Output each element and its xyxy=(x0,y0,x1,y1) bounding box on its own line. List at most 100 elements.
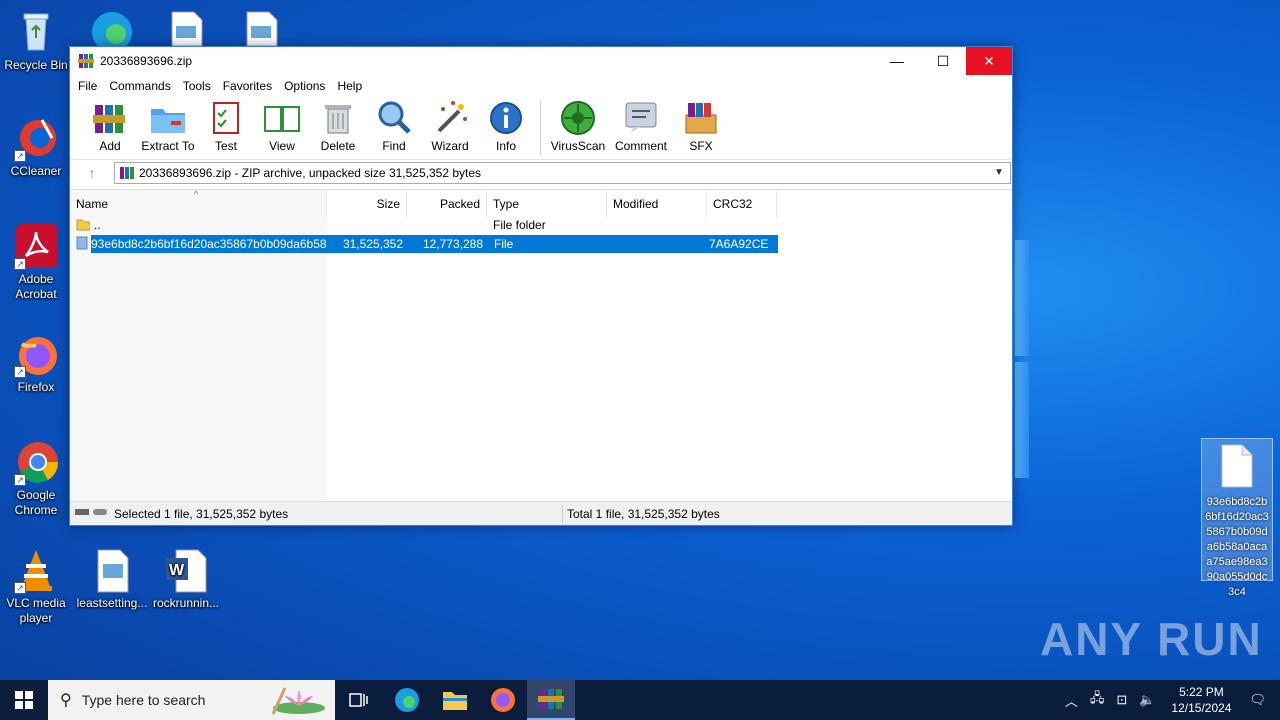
desktop-file-label: 93e6bd8c2b6bf16d20ac35867b0b09da6b58a0ac… xyxy=(1205,496,1269,598)
ethernet-icon[interactable]: ⊡ xyxy=(1110,692,1133,708)
desktop-icon-vlc[interactable]: ↗ VLC media player xyxy=(0,546,72,626)
column-header-name[interactable]: Name ^ xyxy=(70,189,327,218)
magic-wand-icon xyxy=(431,99,469,137)
wizard-label: Wizard xyxy=(431,139,469,153)
table-row-selected[interactable]: 93e6bd8c2b6bf16d20ac35867b0b09da6b58... … xyxy=(76,235,778,253)
title-bar[interactable]: 20336893696.zip — ☐ ✕ xyxy=(70,47,1012,75)
shortcut-arrow-icon: ↗ xyxy=(14,474,26,486)
volume-icon[interactable]: 🔈 xyxy=(1133,692,1161,708)
column-header-crc32[interactable]: CRC32 xyxy=(707,190,777,218)
menu-file[interactable]: File xyxy=(72,79,103,93)
close-button[interactable]: ✕ xyxy=(966,47,1012,75)
comment-label: Comment xyxy=(614,139,667,153)
desktop-icon-label: rockrunnin... xyxy=(152,596,220,610)
add-button[interactable]: Add xyxy=(82,99,138,153)
desktop-wallpaper-logo xyxy=(1015,240,1031,480)
window-title: 20336893696.zip xyxy=(100,54,193,68)
desktop-icon-label: Google Chrome xyxy=(14,488,58,517)
extract-folder-icon xyxy=(149,99,187,137)
selected-row-highlight: 93e6bd8c2b6bf16d20ac35867b0b09da6b58... … xyxy=(91,235,778,253)
chevron-up-icon[interactable]: ︿ xyxy=(1059,691,1084,710)
column-header-modified[interactable]: Modified xyxy=(607,190,707,218)
menu-favorites[interactable]: Favorites xyxy=(217,79,278,93)
winrar-window: 20336893696.zip — ☐ ✕ File Commands Tool… xyxy=(69,46,1013,526)
address-field[interactable]: 20336893696.zip - ZIP archive, unpacked … xyxy=(114,161,1011,184)
list-header: Name ^ Size Packed Type Modified CRC32 xyxy=(70,189,1012,218)
test-button[interactable]: Test xyxy=(198,99,254,153)
status-bar: Selected 1 file, 31,525,352 bytes Total … xyxy=(70,501,1012,525)
edge-desktop-icon xyxy=(88,6,136,52)
row-size: 31,525,352 xyxy=(342,237,403,251)
row-name: .. xyxy=(94,218,101,232)
test-clipboard-icon xyxy=(207,99,245,137)
taskbar-file-explorer[interactable] xyxy=(431,680,479,720)
desktop-icon-firefox[interactable]: ↗ Firefox xyxy=(0,330,72,395)
menu-options[interactable]: Options xyxy=(278,79,331,93)
info-button[interactable]: Info xyxy=(478,99,534,153)
sfx-box-icon xyxy=(682,99,720,137)
desktop-icon-google-chrome[interactable]: ↗ Google Chrome xyxy=(0,438,72,518)
info-label: Info xyxy=(495,139,516,153)
desktop-selected-file[interactable]: 93e6bd8c2b6bf16d20ac35867b0b09da6b58a0ac… xyxy=(1201,438,1273,598)
recycle-bin-icon xyxy=(12,8,60,56)
view-button[interactable]: View xyxy=(254,99,310,153)
file-list: Name ^ Size Packed Type Modified CRC32 .… xyxy=(70,189,1012,502)
minimize-button[interactable]: — xyxy=(874,47,920,75)
desktop-icon-label: Firefox xyxy=(17,380,55,394)
task-view-button[interactable] xyxy=(335,680,383,720)
desktop-icon-adobe-acrobat[interactable]: ↗ Adobe Acrobat xyxy=(0,222,72,302)
network-icon[interactable]: 🖧 xyxy=(1084,689,1111,711)
extract-to-button[interactable]: Extract To xyxy=(138,99,198,153)
virus-scan-icon xyxy=(559,99,597,137)
column-header-type[interactable]: Type xyxy=(487,190,607,218)
start-button[interactable] xyxy=(0,680,48,720)
notifications-icon[interactable]: 🗨 xyxy=(1241,692,1280,708)
row-type: File xyxy=(494,237,514,251)
taskbar-search[interactable]: ⚲ Type here to search xyxy=(48,680,335,720)
magnifier-icon xyxy=(375,99,413,137)
folder-icon xyxy=(443,692,467,710)
clock[interactable]: 5:22 PM 12/15/2024 xyxy=(1161,684,1241,716)
adobe-acrobat-icon: ↗ xyxy=(12,222,60,270)
virusscan-button[interactable]: VirusScan xyxy=(547,99,609,153)
taskbar-edge[interactable] xyxy=(383,680,431,720)
desktop-icon-recycle-bin[interactable]: Recycle Bin xyxy=(0,8,72,73)
wizard-button[interactable]: Wizard xyxy=(422,99,478,153)
extract-to-label: Extract To xyxy=(141,139,195,153)
desktop-icon-rockrunnin[interactable]: W rockrunnin... xyxy=(150,546,222,611)
comment-icon xyxy=(622,99,660,137)
windows-logo-icon xyxy=(15,691,33,709)
delete-button[interactable]: Delete xyxy=(310,99,366,153)
search-highlight-lotus-icon xyxy=(265,684,329,716)
taskbar: ⚲ Type here to search ︿ 🖧 ⊡ 🔈 5:22 PM 12… xyxy=(0,680,1280,720)
zip-archive-icon xyxy=(119,166,135,180)
desktop-icon-leastsetting[interactable]: leastsetting... xyxy=(76,546,148,611)
image-file-icon xyxy=(245,10,279,47)
firefox-icon: ↗ xyxy=(12,330,60,378)
menu-commands[interactable]: Commands xyxy=(103,79,176,93)
anyrun-watermark: ANY RUN xyxy=(1040,613,1263,665)
menu-tools[interactable]: Tools xyxy=(177,79,217,93)
comment-button[interactable]: Comment xyxy=(609,99,673,153)
desktop-icon-label: VLC media player xyxy=(6,596,66,625)
find-label: Find xyxy=(382,139,406,153)
desktop-icon-ccleaner[interactable]: ↗ CCleaner xyxy=(0,114,72,179)
image-file-icon xyxy=(88,546,136,594)
column-header-size[interactable]: Size xyxy=(327,190,407,218)
find-button[interactable]: Find xyxy=(366,99,422,153)
sfx-button[interactable]: SFX xyxy=(673,99,729,153)
taskbar-winrar[interactable] xyxy=(527,680,575,720)
folder-icon xyxy=(76,217,94,234)
maximize-button[interactable]: ☐ xyxy=(920,47,966,75)
table-row[interactable]: .. File folder xyxy=(76,216,778,234)
view-label: View xyxy=(269,139,295,153)
task-view-icon xyxy=(349,693,368,707)
chevron-down-icon[interactable]: ▼ xyxy=(994,167,1010,178)
menu-help[interactable]: Help xyxy=(331,79,368,93)
status-total: Total 1 file, 31,525,352 bytes xyxy=(567,506,720,521)
vlc-icon: ↗ xyxy=(12,546,60,594)
row-crc32: 7A6A92CE xyxy=(709,237,769,251)
taskbar-firefox[interactable] xyxy=(479,680,527,720)
up-arrow-icon[interactable]: ↑ xyxy=(70,165,114,181)
column-header-packed[interactable]: Packed xyxy=(407,190,487,218)
